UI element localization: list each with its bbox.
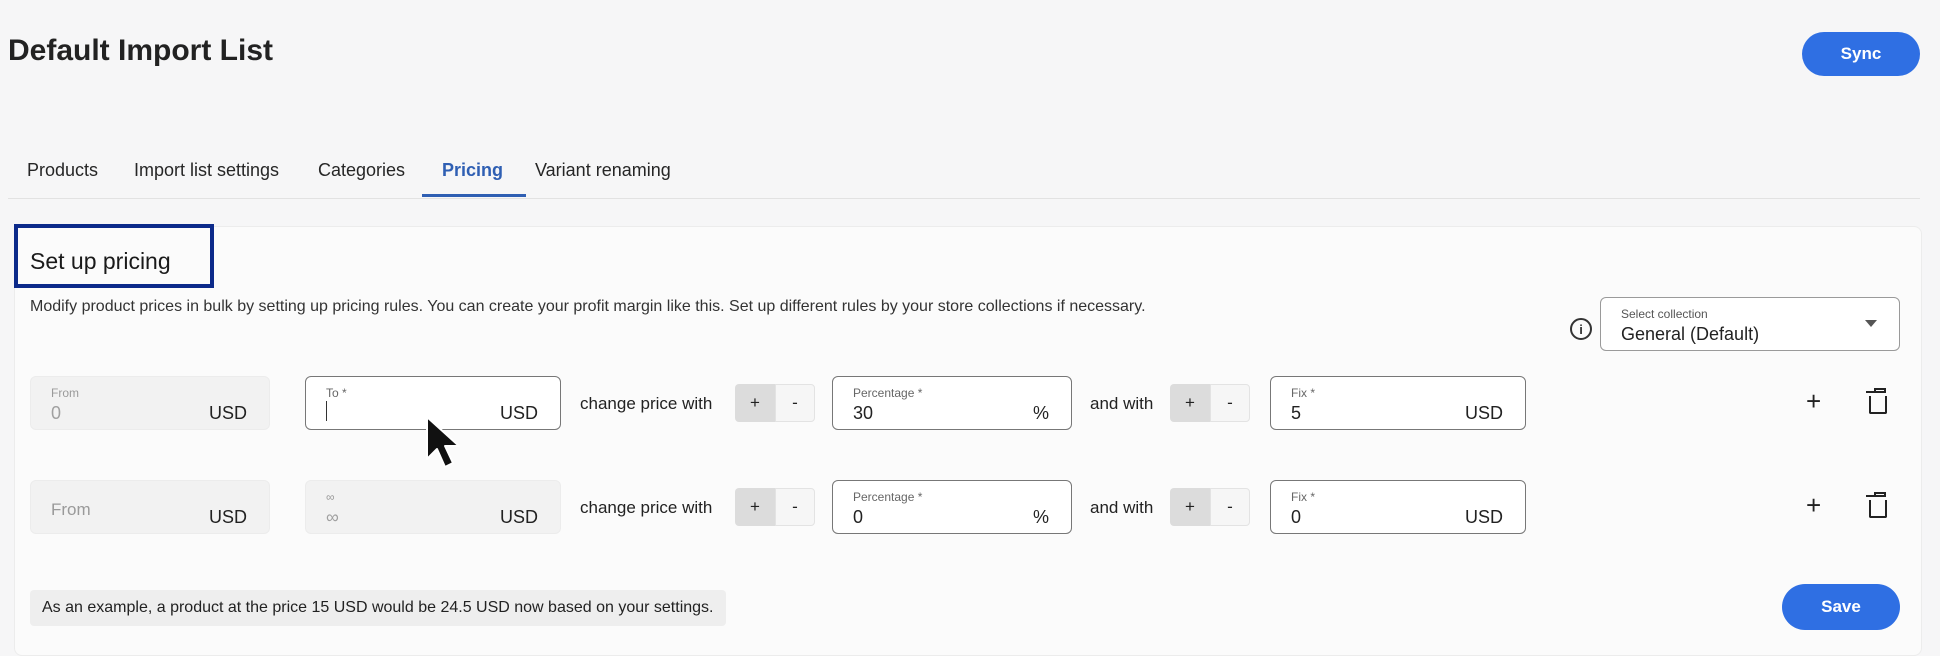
and-with-label: and with — [1090, 498, 1154, 517]
plus-button[interactable]: + — [1170, 488, 1210, 526]
percentage-field[interactable]: Percentage * 0 % — [832, 480, 1072, 534]
tab-categories[interactable]: Categories — [318, 160, 405, 181]
fix-unit: USD — [1464, 507, 1503, 527]
from-value: 0 — [51, 403, 62, 423]
plus-button[interactable]: + — [735, 488, 775, 526]
collection-select-label: Select collection — [1621, 307, 1708, 321]
plus-button[interactable]: + — [1170, 384, 1210, 422]
percent-unit: % — [1032, 507, 1049, 527]
percentage-field[interactable]: Percentage * 30 % — [832, 376, 1072, 430]
minus-button[interactable]: - — [1210, 384, 1250, 422]
change-price-with-label: change price with — [580, 394, 713, 413]
change-price-with-label: change price with — [580, 498, 713, 517]
minus-button[interactable]: - — [1210, 488, 1250, 526]
to-field: ∞ ∞ USD — [305, 480, 561, 534]
text-cursor — [326, 401, 327, 421]
percentage-label: Percentage * — [853, 490, 923, 504]
chevron-down-icon — [1865, 320, 1877, 327]
plus-button[interactable]: + — [735, 384, 775, 422]
percentage-sign-toggle: + - — [735, 488, 815, 526]
fix-value: 5 — [1291, 403, 1302, 423]
info-icon[interactable]: i — [1570, 318, 1592, 340]
fix-sign-toggle: + - — [1170, 384, 1250, 422]
pricing-description: Modify product prices in bulk by setting… — [30, 298, 1146, 315]
from-placeholder: From — [51, 500, 91, 519]
collection-select-value: General (Default) — [1621, 324, 1760, 344]
fix-unit: USD — [1464, 403, 1503, 423]
to-unit: USD — [499, 403, 538, 423]
percentage-value: 0 — [853, 507, 864, 527]
section-title: Set up pricing — [30, 248, 171, 274]
add-rule-icon[interactable]: + — [1806, 490, 1821, 521]
to-label: ∞ — [326, 490, 335, 504]
and-with-label: and with — [1090, 394, 1154, 413]
from-field: From 0 USD — [30, 376, 270, 430]
page-title: Default Import List — [8, 34, 274, 67]
from-unit: USD — [208, 507, 247, 527]
tab-variant-renaming[interactable]: Variant renaming — [535, 160, 671, 181]
from-label: From — [51, 386, 79, 400]
minus-button[interactable]: - — [775, 488, 815, 526]
percentage-value: 30 — [853, 403, 874, 423]
to-value: ∞ — [326, 507, 339, 527]
tab-pricing[interactable]: Pricing — [442, 160, 503, 181]
sync-button[interactable]: Sync — [1802, 32, 1920, 76]
active-tab-indicator — [422, 194, 526, 197]
collection-select[interactable]: Select collection General (Default) — [1600, 297, 1900, 351]
fix-label: Fix * — [1291, 386, 1315, 400]
from-unit: USD — [208, 403, 247, 423]
tab-import-list-settings[interactable]: Import list settings — [134, 160, 279, 181]
add-rule-icon[interactable]: + — [1806, 386, 1821, 417]
example-note: As an example, a product at the price 15… — [30, 590, 726, 626]
fix-sign-toggle: + - — [1170, 488, 1250, 526]
to-label: To * — [326, 386, 347, 400]
trash-icon[interactable] — [1866, 388, 1887, 414]
trash-icon[interactable] — [1866, 492, 1887, 518]
mouse-pointer-icon — [426, 416, 460, 468]
fix-field[interactable]: Fix * 5 USD — [1270, 376, 1526, 430]
percentage-sign-toggle: + - — [735, 384, 815, 422]
save-button[interactable]: Save — [1782, 584, 1900, 630]
to-unit: USD — [499, 507, 538, 527]
fix-label: Fix * — [1291, 490, 1315, 504]
fix-field[interactable]: Fix * 0 USD — [1270, 480, 1526, 534]
tab-bar: Products Import list settings Categories… — [8, 150, 1920, 199]
percent-unit: % — [1032, 403, 1049, 423]
fix-value: 0 — [1291, 507, 1302, 527]
tab-products[interactable]: Products — [27, 160, 98, 181]
percentage-label: Percentage * — [853, 386, 923, 400]
from-field[interactable]: From USD — [30, 480, 270, 534]
minus-button[interactable]: - — [775, 384, 815, 422]
